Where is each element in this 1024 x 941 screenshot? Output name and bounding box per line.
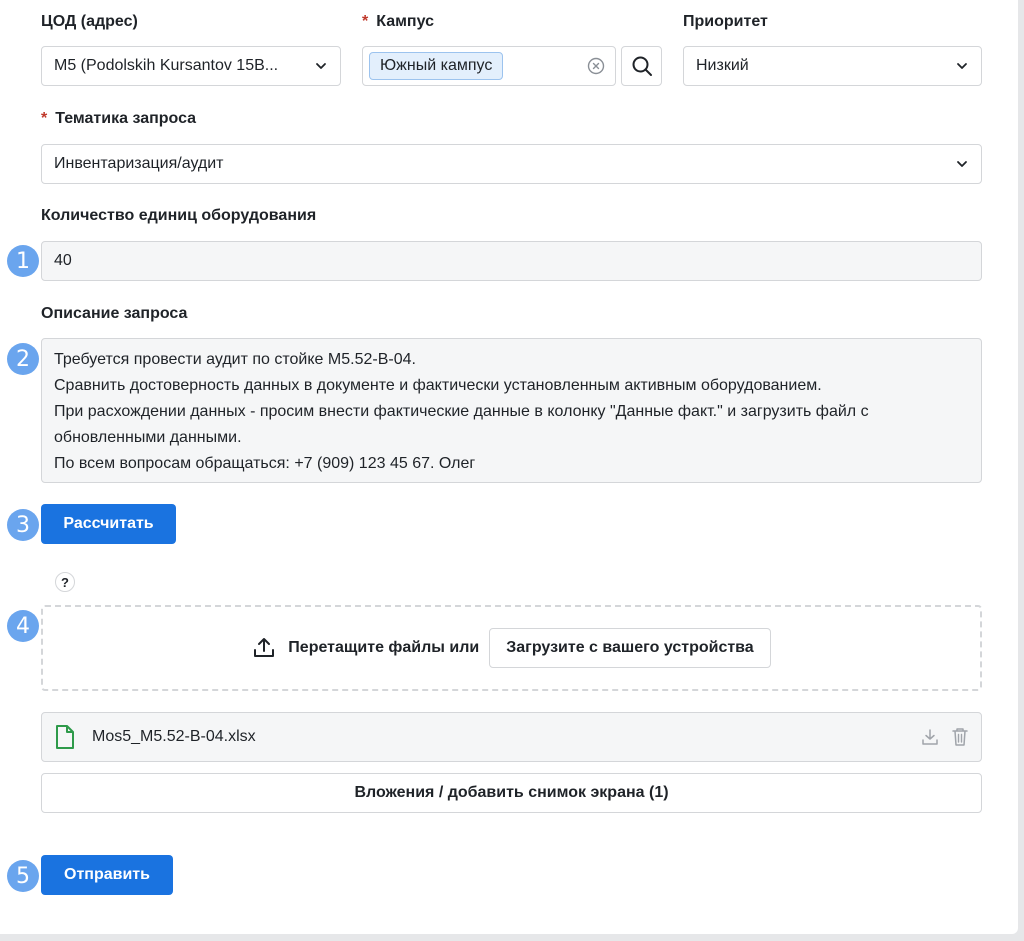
- step-badge-1: 1: [7, 245, 39, 277]
- campus-chip[interactable]: Южный кампус: [369, 52, 504, 80]
- topic-select[interactable]: Инвентаризация/аудит: [41, 144, 982, 184]
- equipment-count-value: 40: [54, 252, 72, 269]
- request-form-panel: ЦОД (адрес) M5 (Podolskih Kursantov 15B.…: [0, 0, 1018, 934]
- delete-icon[interactable]: [951, 727, 969, 747]
- tsod-label: ЦОД (адрес): [41, 13, 138, 30]
- required-mark: *: [41, 110, 48, 127]
- description-textarea[interactable]: Требуется провести аудит по стойке M5.52…: [41, 338, 982, 483]
- campus-label: * Кампус: [362, 13, 434, 30]
- submit-button[interactable]: Отправить: [41, 855, 173, 895]
- campus-multiselect[interactable]: Южный кампус: [362, 46, 616, 86]
- chevron-down-icon: [957, 161, 967, 167]
- topic-value: Инвентаризация/аудит: [54, 155, 224, 172]
- attached-file-name: Mos5_M5.52-B-04.xlsx: [92, 728, 256, 745]
- clear-icon[interactable]: [587, 57, 605, 75]
- tsod-value: M5 (Podolskih Kursantov 15B...: [54, 57, 279, 74]
- upload-icon: [254, 638, 275, 657]
- attachments-button[interactable]: Вложения / добавить снимок экрана (1): [41, 773, 982, 813]
- download-icon[interactable]: [921, 728, 939, 746]
- step-badge-3: 3: [7, 509, 39, 541]
- equipment-count-input[interactable]: 40: [41, 241, 982, 281]
- step-badge-2: 2: [7, 343, 39, 375]
- topic-label: * Тематика запроса: [41, 110, 197, 127]
- required-mark: *: [362, 13, 369, 30]
- chevron-down-icon: [957, 63, 967, 69]
- campus-search-button[interactable]: [621, 46, 662, 86]
- priority-label: Приоритет: [683, 13, 768, 30]
- file-dropzone[interactable]: Перетащите файлы или Загрузите с вашего …: [41, 605, 982, 691]
- description-label: Описание запроса: [41, 305, 188, 322]
- priority-value: Низкий: [696, 57, 749, 74]
- tsod-select[interactable]: M5 (Podolskih Kursantov 15B...: [41, 46, 341, 86]
- dropzone-text: Перетащите файлы или: [288, 639, 480, 656]
- step-badge-5: 5: [7, 860, 39, 892]
- calculate-button[interactable]: Рассчитать: [41, 504, 176, 544]
- chevron-down-icon: [316, 63, 326, 69]
- priority-select[interactable]: Низкий: [683, 46, 982, 86]
- help-icon[interactable]: ?: [55, 572, 75, 592]
- attached-file-row: Mos5_M5.52-B-04.xlsx: [41, 712, 982, 762]
- step-badge-4: 4: [7, 610, 39, 642]
- upload-from-device-button[interactable]: Загрузите с вашего устройства: [489, 628, 771, 668]
- equipment-count-label: Количество единиц оборудования: [41, 207, 317, 224]
- search-icon: [632, 56, 652, 76]
- file-icon: [56, 725, 74, 749]
